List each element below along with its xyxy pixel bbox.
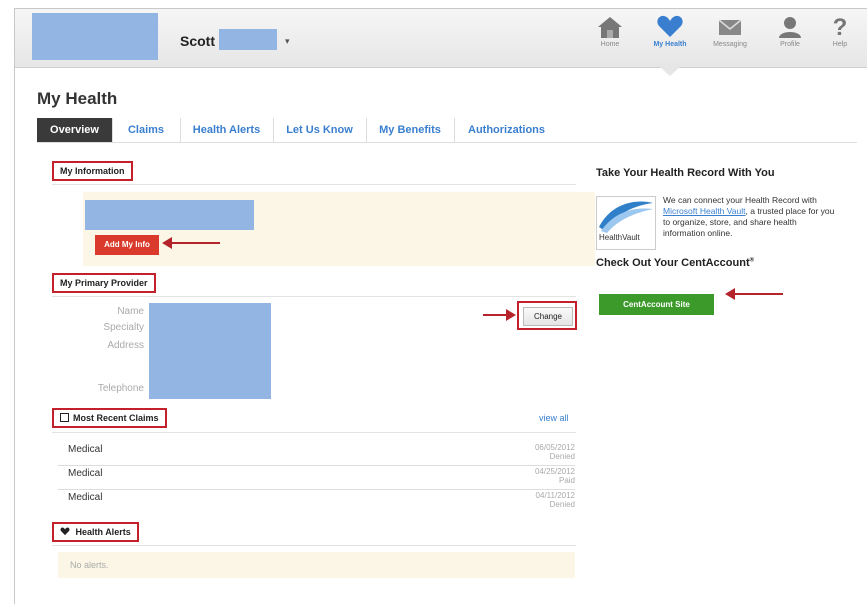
calendar-icon xyxy=(60,413,69,422)
tab-my-benefits[interactable]: My Benefits xyxy=(366,118,455,142)
healthvault-logo-text: HealthVault xyxy=(599,233,640,242)
nav-help-label: Help xyxy=(832,41,848,48)
centaccount-title-text: Check Out Your CentAccount xyxy=(596,257,750,269)
health-record-description: We can connect your Health Record with M… xyxy=(663,195,838,239)
record-text-before: We can connect your Health Record with xyxy=(663,195,817,205)
section-divider xyxy=(52,432,576,433)
nav-home[interactable]: Home xyxy=(585,15,635,61)
claim-type: Medical xyxy=(68,492,103,503)
nav-messaging[interactable]: Messaging xyxy=(705,15,755,61)
redacted-provider-details xyxy=(149,303,271,399)
annotation-arrow xyxy=(162,237,220,249)
redacted-logo xyxy=(32,13,158,60)
claim-row[interactable]: Medical 06/05/2012 Denied xyxy=(58,441,575,466)
claim-status: Paid xyxy=(558,476,575,485)
claim-date: 04/11/2012 xyxy=(535,491,575,500)
tab-authorizations[interactable]: Authorizations xyxy=(454,118,559,142)
user-name[interactable]: Scott xyxy=(180,33,215,49)
nav-my-health[interactable]: My Health xyxy=(645,15,695,61)
view-all-claims-link[interactable]: view all xyxy=(539,413,569,423)
health-alerts-label: Health Alerts xyxy=(75,527,131,537)
registered-mark: ® xyxy=(749,257,755,264)
no-alerts-text: No alerts. xyxy=(70,560,109,570)
provider-telephone-label: Telephone xyxy=(97,383,144,394)
claim-status: Denied xyxy=(549,452,575,461)
most-recent-claims-label: Most Recent Claims xyxy=(73,413,159,423)
tab-bar: Overview Claims Health Alerts Let Us Kno… xyxy=(37,118,857,143)
annotation-arrow xyxy=(725,288,783,300)
user-menu-caret-icon[interactable]: ▾ xyxy=(285,36,290,47)
nav-my-health-label: My Health xyxy=(653,41,687,48)
page-title: My Health xyxy=(37,89,118,108)
claim-row[interactable]: Medical 04/11/2012 Denied xyxy=(58,489,575,513)
claim-type: Medical xyxy=(68,468,103,479)
claim-date: 04/25/2012 xyxy=(534,467,575,476)
nav-profile[interactable]: Profile xyxy=(765,15,815,61)
change-highlight: Change xyxy=(517,301,577,330)
heart-icon xyxy=(60,527,73,537)
question-icon: ? xyxy=(832,14,848,41)
nav-help[interactable]: ? Help xyxy=(815,15,865,61)
home-icon xyxy=(585,15,635,41)
nav-messaging-label: Messaging xyxy=(713,41,747,48)
nav-profile-label: Profile xyxy=(780,41,800,48)
provider-address-label: Address xyxy=(107,340,144,351)
healthvault-logo[interactable]: HealthVault xyxy=(596,196,656,250)
tab-health-alerts[interactable]: Health Alerts xyxy=(180,118,274,142)
top-header: Scott ▾ Home My Health Messaging Profile… xyxy=(15,9,867,68)
heart-icon xyxy=(645,15,695,41)
my-primary-provider-heading: My Primary Provider xyxy=(52,273,156,293)
redacted-info xyxy=(85,200,254,230)
claim-status: Denied xyxy=(549,500,575,509)
claim-date-status: 04/11/2012 Denied xyxy=(536,491,575,509)
tab-let-us-know[interactable]: Let Us Know xyxy=(273,118,367,142)
tab-overview[interactable]: Overview xyxy=(37,118,113,142)
claim-date-status: 04/25/2012 Paid xyxy=(535,467,575,485)
section-divider xyxy=(52,545,576,546)
my-information-heading: My Information xyxy=(52,161,133,181)
tab-claims[interactable]: Claims xyxy=(112,118,181,142)
claim-date-status: 06/05/2012 Denied xyxy=(535,443,575,461)
redacted-last-name xyxy=(219,29,277,50)
browser-frame: Scott ▾ Home My Health Messaging Profile… xyxy=(14,8,867,604)
section-divider xyxy=(52,184,576,185)
active-nav-pointer xyxy=(660,67,680,76)
annotation-arrow xyxy=(483,309,516,321)
most-recent-claims-heading: Most Recent Claims xyxy=(52,408,167,428)
health-record-title: Take Your Health Record With You xyxy=(596,167,775,179)
section-divider xyxy=(52,296,576,297)
change-provider-button[interactable]: Change xyxy=(523,307,573,326)
health-alerts-panel: No alerts. xyxy=(58,552,575,578)
centaccount-title: Check Out Your CentAccount® xyxy=(596,257,754,269)
provider-specialty-label: Specialty xyxy=(103,322,144,333)
claim-type: Medical xyxy=(68,444,103,455)
envelope-icon xyxy=(705,15,755,41)
health-alerts-heading: Health Alerts xyxy=(52,522,139,542)
add-my-info-button[interactable]: Add My Info xyxy=(95,235,159,255)
claim-date: 06/05/2012 xyxy=(534,443,575,452)
centaccount-site-button[interactable]: CentAccount Site xyxy=(599,294,714,315)
person-icon xyxy=(765,15,815,41)
microsoft-health-vault-link[interactable]: Microsoft Health Vault xyxy=(663,206,746,216)
claim-row[interactable]: Medical 04/25/2012 Paid xyxy=(58,465,575,490)
provider-name-label: Name xyxy=(117,306,144,317)
nav-home-label: Home xyxy=(600,41,620,48)
